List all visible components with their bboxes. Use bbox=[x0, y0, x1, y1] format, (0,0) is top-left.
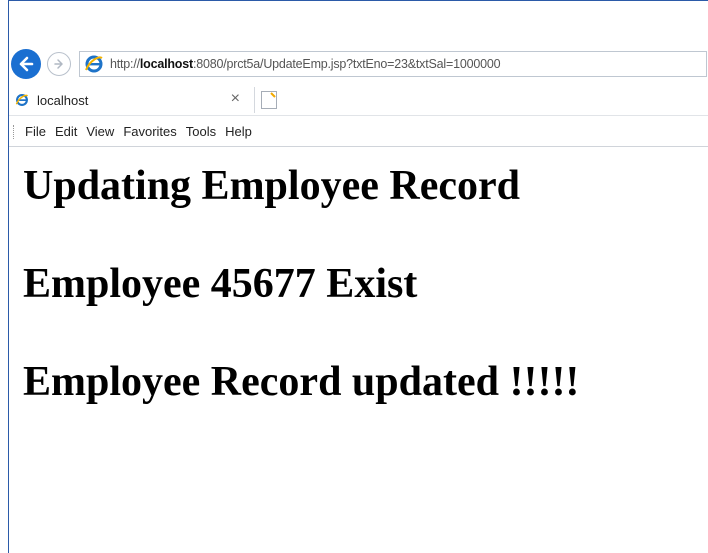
address-bar[interactable]: http://localhost:8080/prct5a/UpdateEmp.j… bbox=[79, 51, 707, 77]
forward-button[interactable] bbox=[47, 52, 71, 76]
menu-bar: File Edit View Favorites Tools Help bbox=[9, 115, 708, 147]
menu-view[interactable]: View bbox=[86, 124, 114, 139]
menu-help[interactable]: Help bbox=[225, 124, 252, 139]
url-prefix: http:// bbox=[110, 57, 140, 71]
navigation-bar: http://localhost:8080/prct5a/UpdateEmp.j… bbox=[9, 39, 708, 81]
heading-record-updated: Employee Record updated !!!!! bbox=[23, 359, 580, 405]
tab-close-icon[interactable]: × bbox=[231, 90, 240, 108]
heading-updating-record: Updating Employee Record bbox=[23, 163, 520, 209]
new-tab-button[interactable] bbox=[261, 91, 277, 109]
ie-logo-icon bbox=[85, 55, 103, 73]
forward-arrow-icon bbox=[54, 59, 63, 69]
url-path: :8080/prct5a/UpdateEmp.jsp?txtEno=23&txt… bbox=[192, 57, 501, 71]
menu-edit[interactable]: Edit bbox=[55, 124, 77, 139]
url-text: http://localhost:8080/prct5a/UpdateEmp.j… bbox=[110, 57, 501, 71]
menu-tools[interactable]: Tools bbox=[186, 124, 216, 139]
back-button[interactable] bbox=[11, 49, 41, 79]
browser-window: http://localhost:8080/prct5a/UpdateEmp.j… bbox=[8, 0, 708, 553]
tab-strip: localhost × bbox=[9, 87, 708, 115]
heading-employee-exists: Employee 45677 Exist bbox=[23, 261, 418, 307]
menu-favorites[interactable]: Favorites bbox=[123, 124, 176, 139]
back-arrow-icon bbox=[19, 56, 34, 72]
new-tab-icon bbox=[270, 92, 276, 98]
url-host: localhost bbox=[139, 57, 193, 71]
menu-grip bbox=[13, 125, 16, 139]
ie-tab-icon bbox=[15, 94, 28, 106]
tab-title: localhost bbox=[37, 92, 89, 108]
menu-file[interactable]: File bbox=[25, 124, 46, 139]
tab-localhost[interactable]: localhost × bbox=[9, 87, 255, 113]
